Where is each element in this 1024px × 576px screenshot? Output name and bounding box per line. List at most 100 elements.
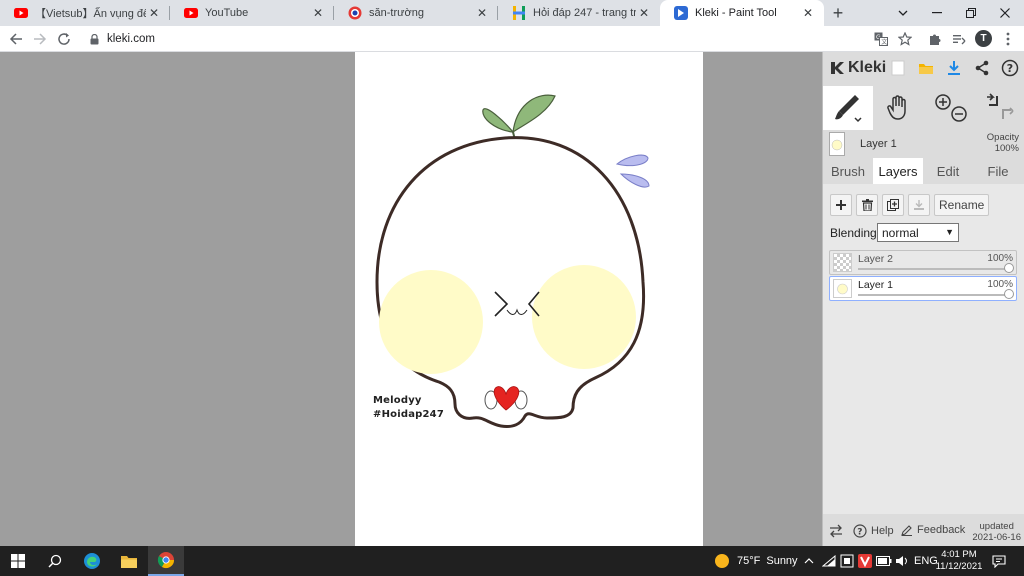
layer-name: Layer 2 (858, 253, 894, 265)
new-image-icon[interactable] (887, 57, 909, 79)
tab-strip: 【Vietsub】Ấn vụng đêm khuya ✕ YouTube ✕ s… (0, 0, 1024, 26)
tab-brush[interactable]: Brush (823, 158, 873, 184)
close-tab-icon[interactable]: ✕ (310, 5, 326, 21)
reading-list-icon[interactable] (949, 29, 969, 49)
tab-youtube[interactable]: YouTube ✕ (170, 0, 334, 26)
reload-button[interactable] (54, 29, 74, 49)
canvas-workspace[interactable]: Melodyy #Hoidap247 (0, 52, 822, 546)
help-label: Help (871, 525, 894, 537)
volume-tray-icon[interactable] (895, 546, 909, 576)
left-leaf (482, 108, 515, 133)
start-button[interactable] (0, 546, 36, 576)
tab-kleki[interactable]: Kleki - Paint Tool ✕ (660, 0, 824, 26)
close-tab-icon[interactable]: ✕ (800, 5, 816, 21)
undo-redo-buttons[interactable] (977, 86, 1023, 130)
help-link[interactable]: ? Help (853, 524, 894, 538)
weather-text: Sunny (766, 555, 798, 567)
close-window-button[interactable] (988, 0, 1022, 26)
forward-button[interactable] (30, 29, 50, 49)
search-button[interactable] (37, 546, 73, 576)
vivaldi-tray-icon[interactable] (858, 546, 872, 576)
kleki-logo[interactable]: Kleki (829, 59, 886, 77)
minimize-button[interactable] (920, 0, 954, 26)
app-tray-icon[interactable] (840, 546, 854, 576)
help-icon[interactable]: ? (999, 57, 1021, 79)
back-button[interactable] (6, 29, 26, 49)
bookmark-star-icon[interactable] (895, 29, 915, 49)
battery-tray-icon[interactable] (876, 546, 892, 576)
wifi-tray-icon[interactable] (822, 546, 836, 576)
battery-icon (876, 556, 892, 566)
add-layer-button[interactable] (830, 194, 852, 216)
zoom-buttons[interactable] (927, 86, 975, 130)
tab-vietsub[interactable]: 【Vietsub】Ấn vụng đêm khuya ✕ (0, 0, 170, 26)
extensions-puzzle-icon[interactable] (925, 29, 945, 49)
chrome-taskbar-button[interactable] (148, 546, 184, 576)
search-icon (48, 554, 62, 568)
tab-edit[interactable]: Edit (923, 158, 973, 184)
svg-text:文: 文 (881, 38, 887, 46)
merge-down-button[interactable] (908, 194, 930, 216)
opacity-value: 100% (994, 143, 1019, 154)
close-tab-icon[interactable]: ✕ (146, 5, 162, 21)
layer-opacity-slider[interactable] (1004, 263, 1014, 273)
show-hidden-icons[interactable] (804, 546, 814, 576)
tab-layers[interactable]: Layers (873, 158, 923, 184)
clock-date: 11/12/2021 (935, 561, 983, 572)
zoom-icon (935, 94, 967, 122)
tab-file[interactable]: File (973, 158, 1023, 184)
share-icon[interactable] (971, 57, 993, 79)
tab-san-truong[interactable]: săn-trường ✕ (334, 0, 498, 26)
current-layer-thumbnail (829, 132, 845, 156)
new-tab-button[interactable]: + (826, 2, 850, 24)
translate-icon[interactable]: G文 (871, 29, 891, 49)
open-folder-icon[interactable] (915, 57, 937, 79)
layer-opacity-slider[interactable] (1004, 289, 1014, 299)
brush-tool-button[interactable] (823, 86, 873, 130)
layer-item[interactable]: Layer 2 100% (829, 250, 1017, 275)
layer-opacity-track[interactable] (858, 268, 1009, 270)
current-layer-preview[interactable]: Layer 1 Opacity 100% (823, 132, 1024, 158)
left-cheek (379, 270, 483, 374)
layer-opacity-track[interactable] (858, 294, 1009, 296)
url-text: kleki.com (107, 33, 155, 45)
kleki-logo-text: Kleki (848, 59, 887, 76)
hand-icon (887, 95, 906, 120)
kleki-footer: ? Help Feedback updated 2021-06-16 (823, 518, 1024, 546)
chrome-menu-icon[interactable] (998, 29, 1018, 49)
drawing-canvas[interactable]: Melodyy #Hoidap247 (355, 52, 703, 546)
duplicate-layer-button[interactable] (882, 194, 904, 216)
signature-name: Melodyy (373, 395, 422, 406)
notification-icon (992, 554, 1006, 568)
blending-label: Blending (830, 226, 877, 240)
layers-panel: Rename Blending normal ▼ Layer 2 100% La… (823, 184, 1024, 514)
kleki-sidebar: Kleki ? Layer 1 Opacity 100% Brush Layer… (822, 52, 1024, 546)
brush-icon (835, 95, 862, 123)
clock-time: 4:01 PM (941, 549, 977, 560)
rename-layer-button[interactable]: Rename (934, 194, 990, 216)
profile-avatar[interactable]: T (975, 30, 992, 47)
address-bar[interactable]: kleki.com (80, 28, 860, 50)
hand-tool-button[interactable] (875, 86, 921, 130)
edge-taskbar-button[interactable] (74, 546, 110, 576)
close-tab-icon[interactable]: ✕ (636, 5, 652, 21)
system-clock[interactable]: 4:01 PM 11/12/2021 (934, 549, 984, 573)
tab-search-icon[interactable] (886, 0, 920, 26)
svg-text:?: ? (1007, 62, 1013, 75)
restore-button[interactable] (954, 0, 988, 26)
drawing-artwork (375, 94, 650, 428)
current-layer-name: Layer 1 (860, 138, 897, 150)
layer-item-selected[interactable]: Layer 1 100% (829, 276, 1017, 301)
download-icon[interactable] (943, 57, 965, 79)
close-tab-icon[interactable]: ✕ (474, 5, 490, 21)
kleki-header: Kleki ? (823, 52, 1024, 84)
swap-sidebar-icon[interactable] (829, 524, 843, 538)
delete-layer-button[interactable] (856, 194, 878, 216)
updated-date: 2021-06-16 (972, 532, 1021, 543)
feedback-link[interactable]: Feedback (901, 524, 965, 536)
file-explorer-taskbar-button[interactable] (111, 546, 147, 576)
tab-hoidap247[interactable]: Hỏi đáp 247 - trang tra loi ✕ (498, 0, 660, 26)
weather-widget[interactable]: 75°F Sunny (714, 546, 798, 576)
notifications-button[interactable] (992, 546, 1006, 576)
blending-select[interactable]: normal ▼ (877, 223, 959, 242)
